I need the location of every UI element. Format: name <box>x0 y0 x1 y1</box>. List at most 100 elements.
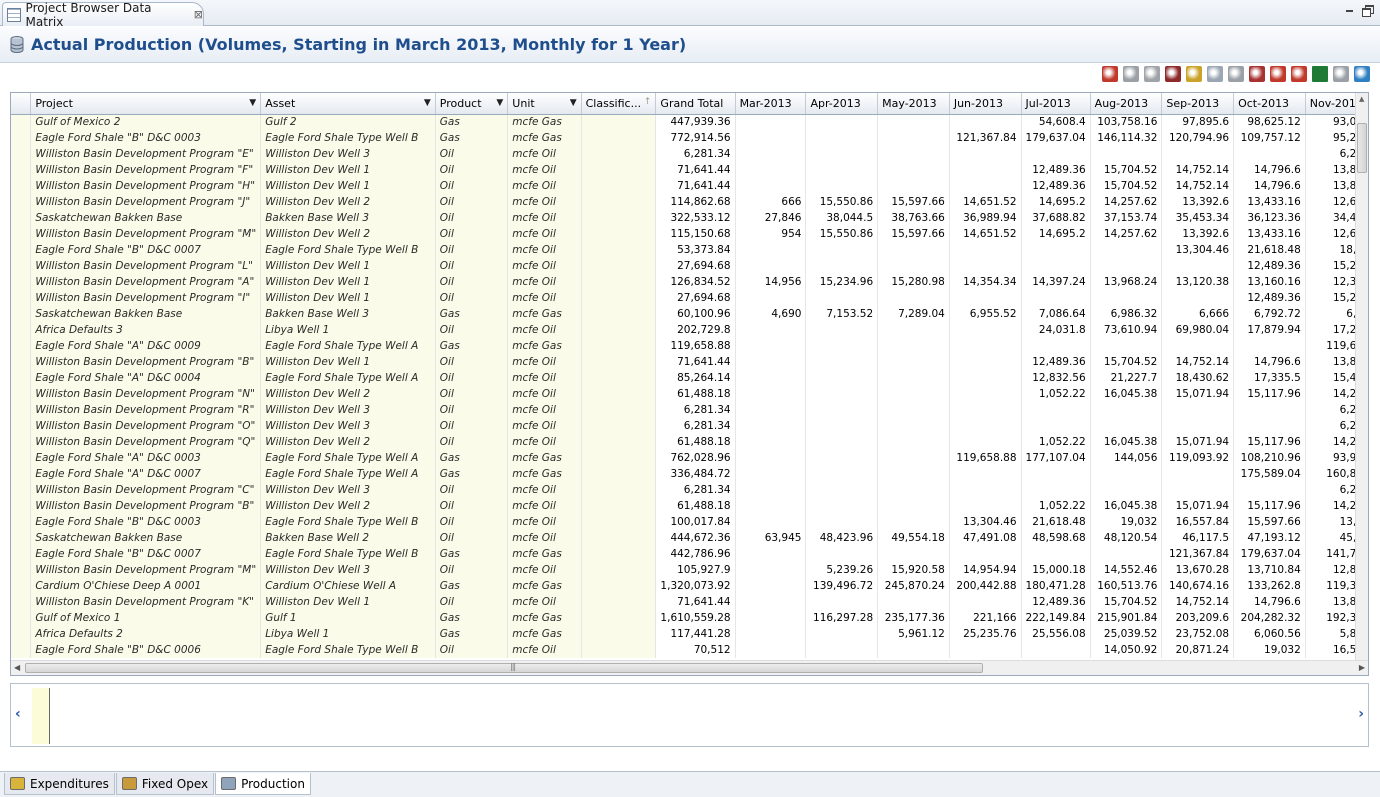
table-row[interactable]: Eagle Ford Shale "B" D&C 0006 Eagle Ford … <box>11 642 1368 658</box>
table-cell[interactable]: mcfe Gas <box>507 610 582 626</box>
table-cell[interactable]: 7,153.52 <box>805 306 879 322</box>
table-cell[interactable]: Gas <box>435 114 509 130</box>
table-cell[interactable] <box>581 562 657 578</box>
table-cell[interactable]: 146,114.32 <box>1090 130 1163 146</box>
table-cell[interactable]: Oil <box>435 402 509 418</box>
table-cell[interactable]: Gas <box>435 610 509 626</box>
table-cell[interactable]: 16,045.38 <box>1090 434 1163 450</box>
table-cell[interactable]: mcfe Oil <box>507 274 582 290</box>
table-cell[interactable]: 15,000.18 <box>1021 562 1091 578</box>
table-cell[interactable] <box>581 642 657 658</box>
table-cell[interactable]: 6,060.56 <box>1233 626 1306 642</box>
table-cell[interactable]: 14,651.52 <box>949 226 1022 242</box>
table-cell[interactable]: Williston Basin Development Program "J" <box>30 194 262 210</box>
table-cell[interactable] <box>949 546 1022 562</box>
row-selector[interactable] <box>11 354 32 370</box>
table-cell[interactable] <box>877 482 950 498</box>
table-cell[interactable]: Eagle Ford Shale "B" D&C 0003 <box>30 514 262 530</box>
table-cell[interactable]: 13,433.16 <box>1233 194 1306 210</box>
table-cell[interactable] <box>1161 402 1235 418</box>
table-cell[interactable]: mcfe Oil <box>507 514 582 530</box>
table-cell[interactable] <box>735 546 807 562</box>
table-cell[interactable]: Oil <box>435 386 509 402</box>
table-cell[interactable]: mcfe Oil <box>507 162 582 178</box>
row-selector[interactable] <box>11 242 32 258</box>
table-cell[interactable]: Eagle Ford Shale Type Well B <box>260 642 436 658</box>
table-cell[interactable] <box>1021 242 1091 258</box>
row-selector[interactable] <box>11 290 32 306</box>
table-cell[interactable] <box>581 194 657 210</box>
table-cell[interactable] <box>949 322 1022 338</box>
table-cell[interactable] <box>949 370 1022 386</box>
table-cell[interactable]: Williston Dev Well 1 <box>260 354 436 370</box>
table-cell[interactable]: 15,704.52 <box>1090 178 1163 194</box>
row-selector[interactable] <box>11 386 32 402</box>
table-cell[interactable] <box>735 642 807 658</box>
table-cell[interactable] <box>1090 290 1163 306</box>
table-cell[interactable]: 15,071.94 <box>1161 434 1235 450</box>
table-cell[interactable] <box>877 466 950 482</box>
table-cell[interactable]: 772,914.56 <box>655 130 736 146</box>
table-cell[interactable] <box>805 114 879 130</box>
table-cell[interactable]: Africa Defaults 2 <box>30 626 262 642</box>
table-cell[interactable]: 71,641.44 <box>655 162 736 178</box>
table-cell[interactable]: Williston Dev Well 2 <box>260 434 436 450</box>
table-row[interactable]: Williston Basin Development Program "B" W… <box>11 498 1368 514</box>
table-row[interactable]: Williston Basin Development Program "R" W… <box>11 402 1368 418</box>
export-icon[interactable] <box>1270 66 1286 82</box>
table-cell[interactable]: 48,423.96 <box>805 530 879 546</box>
table-cell[interactable]: 16,045.38 <box>1090 498 1163 514</box>
table-cell[interactable]: 15,597.66 <box>877 194 950 210</box>
table-cell[interactable]: mcfe Gas <box>507 130 582 146</box>
download-icon[interactable] <box>1291 66 1307 82</box>
table-cell[interactable]: 100,017.84 <box>655 514 736 530</box>
table-cell[interactable] <box>581 370 657 386</box>
table-cell[interactable]: mcfe Gas <box>507 626 582 642</box>
table-row[interactable]: Eagle Ford Shale "B" D&C 0007 Eagle Ford … <box>11 242 1368 258</box>
table-cell[interactable]: 200,442.88 <box>949 578 1022 594</box>
undo-icon[interactable] <box>1333 66 1349 82</box>
table-cell[interactable] <box>1021 466 1091 482</box>
table-cell[interactable]: Williston Basin Development Program "C" <box>30 482 262 498</box>
table-cell[interactable] <box>805 146 879 162</box>
table-cell[interactable]: 5,961.12 <box>877 626 950 642</box>
table-cell[interactable]: mcfe Oil <box>507 178 582 194</box>
table-cell[interactable] <box>949 498 1022 514</box>
table-cell[interactable] <box>877 370 950 386</box>
table-cell[interactable]: 222,149.84 <box>1021 610 1091 626</box>
table-cell[interactable]: Oil <box>435 162 509 178</box>
column-header[interactable]: May-2013 <box>877 93 950 115</box>
table-cell[interactable] <box>1161 146 1235 162</box>
column-header[interactable]: Aug-2013 <box>1090 93 1163 115</box>
table-cell[interactable]: 14,796.6 <box>1233 178 1306 194</box>
table-cell[interactable]: 47,193.12 <box>1233 530 1306 546</box>
table-cell[interactable] <box>877 642 950 658</box>
row-selector[interactable] <box>11 594 32 610</box>
table-cell[interactable]: 120,794.96 <box>1161 130 1235 146</box>
row-selector[interactable] <box>11 610 32 626</box>
table-cell[interactable] <box>949 482 1022 498</box>
table-cell[interactable] <box>805 338 879 354</box>
table-cell[interactable]: 108,210.96 <box>1233 450 1306 466</box>
table-cell[interactable]: 13,670.28 <box>1161 562 1235 578</box>
table-cell[interactable]: mcfe Oil <box>507 258 582 274</box>
table-cell[interactable] <box>735 466 807 482</box>
vertical-scrollbar[interactable]: ▲ <box>1355 93 1368 661</box>
table-cell[interactable]: Williston Dev Well 2 <box>260 226 436 242</box>
table-cell[interactable]: Williston Dev Well 2 <box>260 194 436 210</box>
table-cell[interactable] <box>949 354 1022 370</box>
table-cell[interactable]: 121,367.84 <box>1161 546 1235 562</box>
table-cell[interactable] <box>805 482 879 498</box>
table-cell[interactable]: Eagle Ford Shale "A" D&C 0007 <box>30 466 262 482</box>
table-cell[interactable]: 15,234.96 <box>805 274 879 290</box>
table-cell[interactable] <box>1090 146 1163 162</box>
table-cell[interactable] <box>1090 546 1163 562</box>
refresh-icon[interactable] <box>1354 66 1370 82</box>
table-cell[interactable]: 27,694.68 <box>655 258 736 274</box>
table-cell[interactable]: 12,832.56 <box>1021 370 1091 386</box>
table-cell[interactable]: 70,512 <box>655 642 736 658</box>
table-cell[interactable]: 160,513.76 <box>1090 578 1163 594</box>
table-cell[interactable]: 15,704.52 <box>1090 594 1163 610</box>
table-cell[interactable] <box>805 386 879 402</box>
table-cell[interactable] <box>1021 146 1091 162</box>
